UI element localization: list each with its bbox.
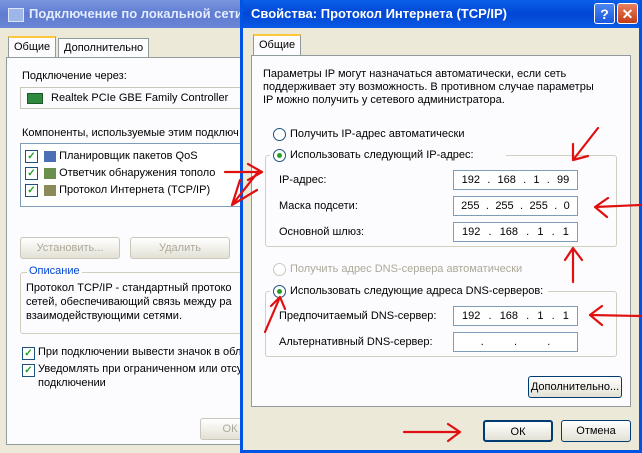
description-line-1: Протокол TCP/IP - стандартный протоко <box>26 282 232 294</box>
ip-octet: 192 <box>461 174 480 186</box>
ip-octet: 99 <box>557 174 570 186</box>
component-label: Ответчик обнаружения тополо <box>59 167 216 179</box>
connect-using-label: Подключение через: <box>22 70 127 82</box>
adapter-box: Realtek PCIe GBE Family Controller <box>20 87 242 109</box>
ip-address-label: IP-адрес: <box>279 174 327 186</box>
show-icon-label: При подключении вывести значок в обл <box>38 346 242 358</box>
intro-line-2: поддерживает эту возможность. В противно… <box>263 81 594 93</box>
back-window-title: Подключение по локальной сети <box>29 6 240 21</box>
install-button[interactable]: Установить... <box>20 237 120 259</box>
list-item[interactable]: ✓ Протокол Интернета (TCP/IP) <box>25 182 210 198</box>
back-tab-general[interactable]: Общие <box>8 36 57 58</box>
components-list[interactable]: ✓ Планировщик пакетов QoS ✓ Ответчик обн… <box>20 143 242 207</box>
auto-ip-radio[interactable] <box>273 128 286 141</box>
ip-octet: 192 <box>462 226 481 238</box>
manual-dns-radio[interactable] <box>273 285 286 298</box>
close-button[interactable]: ✕ <box>617 3 638 24</box>
ip-octet: 168 <box>499 226 519 238</box>
description-line-2: сетей, обеспечивающий связь между ра <box>26 296 232 308</box>
checkbox-tcpip[interactable]: ✓ <box>25 183 38 197</box>
component-label: Планировщик пакетов QoS <box>59 150 198 162</box>
ip-octet: 1 <box>537 226 544 238</box>
front-tab-general[interactable]: Общие <box>253 34 302 56</box>
show-icon-checkbox[interactable]: ✓ <box>22 347 35 360</box>
ip-octet: 1 <box>562 310 569 322</box>
front-window-title: Свойства: Протокол Интернета (TCP/IP) <box>251 6 507 21</box>
components-label: Компоненты, используемые этим подключ <box>22 127 239 139</box>
network-icon <box>8 7 24 22</box>
checkbox-qos[interactable]: ✓ <box>25 149 38 163</box>
list-item[interactable]: ✓ Планировщик пакетов QoS <box>25 148 198 164</box>
notify-label-line-2: подключении <box>38 377 106 389</box>
alternate-dns-field[interactable]: ... <box>453 332 578 352</box>
ip-address-field[interactable]: 192. 168. 1. 99 <box>453 170 578 190</box>
back-tab-advanced[interactable]: Дополнительно <box>58 38 150 57</box>
subnet-mask-label: Маска подсети: <box>279 200 358 212</box>
back-window-titlebar[interactable]: Подключение по локальной сети <box>0 0 240 28</box>
description-title: Описание <box>27 265 82 277</box>
ok-button[interactable]: ОК <box>483 420 553 442</box>
front-window-titlebar[interactable]: Свойства: Протокол Интернета (TCP/IP) ? … <box>243 0 639 28</box>
component-label: Протокол Интернета (TCP/IP) <box>59 184 211 196</box>
auto-dns-label: Получить адрес DNS-сервера автоматически <box>290 263 523 275</box>
ip-octet: 0 <box>563 200 570 212</box>
description-line-3: взаимодействующими сетями. <box>26 310 183 322</box>
ip-octet: 1 <box>533 174 540 186</box>
remove-button[interactable]: Удалить <box>130 237 230 259</box>
adapter-name: Realtek PCIe GBE Family Controller <box>51 92 229 104</box>
ip-octet: 255 <box>461 200 480 212</box>
qos-icon <box>44 150 57 162</box>
ip-octet: 1 <box>537 310 544 322</box>
subnet-mask-field[interactable]: 255. 255. 255. 0 <box>453 196 578 216</box>
preferred-dns-field[interactable]: 192. 168. 1. 1 <box>453 306 578 326</box>
ip-octet: 255 <box>495 200 514 212</box>
ip-octet: 255 <box>529 200 548 212</box>
adapter-icon <box>27 93 43 104</box>
list-item[interactable]: ✓ Ответчик обнаружения тополо <box>25 165 215 181</box>
ip-octet: 168 <box>499 310 519 322</box>
manual-dns-label: Использовать следующие адреса DNS-сервер… <box>290 285 544 297</box>
preferred-dns-label: Предпочитаемый DNS-сервер: <box>279 310 437 322</box>
back-window: Подключение по локальной сети Общие Допо… <box>0 0 260 453</box>
advanced-button[interactable]: Дополнительно... <box>528 376 622 398</box>
topology-icon <box>44 167 57 179</box>
intro-line-1: Параметры IP могут назначаться автоматич… <box>263 68 567 80</box>
notify-checkbox[interactable]: ✓ <box>22 364 35 377</box>
ip-octet: 1 <box>562 226 569 238</box>
tcpip-properties-window: Свойства: Протокол Интернета (TCP/IP) ? … <box>240 0 642 453</box>
ip-octet: 168 <box>497 174 516 186</box>
alternate-dns-label: Альтернативный DNS-сервер: <box>279 336 433 348</box>
manual-ip-radio[interactable] <box>273 149 286 162</box>
notify-label-line-1: Уведомлять при ограниченном или отсу <box>38 363 243 375</box>
protocol-icon <box>44 184 57 196</box>
ip-octet: 192 <box>462 310 481 322</box>
gateway-label: Основной шлюз: <box>279 226 365 238</box>
cancel-button[interactable]: Отмена <box>561 420 631 442</box>
auto-ip-label: Получить IP-адрес автоматически <box>290 128 465 140</box>
checkbox-topology[interactable]: ✓ <box>25 166 38 180</box>
manual-ip-label: Использовать следующий IP-адрес: <box>290 149 474 161</box>
help-button[interactable]: ? <box>594 3 615 24</box>
auto-dns-radio[interactable] <box>273 263 286 276</box>
gateway-field[interactable]: 192. 168. 1. 1 <box>453 222 578 242</box>
intro-line-3: IP можно получить у сетевого администрат… <box>263 94 505 106</box>
